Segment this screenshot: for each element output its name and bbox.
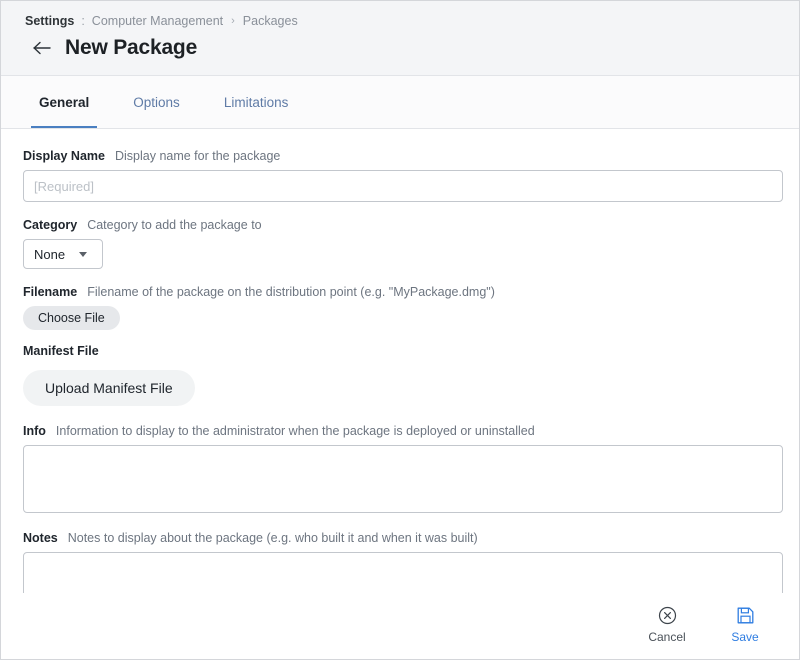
save-button[interactable]: Save — [717, 604, 773, 644]
field-info-label: Info — [23, 424, 46, 438]
field-notes-label: Notes — [23, 531, 58, 545]
field-info: Info Information to display to the admin… — [23, 424, 781, 513]
field-filename-hint: Filename of the package on the distribut… — [87, 285, 495, 299]
tab-limitations[interactable]: Limitations — [210, 76, 303, 128]
save-button-label: Save — [731, 630, 758, 644]
breadcrumb-colon: : — [81, 13, 84, 29]
chevron-right-icon: › — [231, 13, 235, 29]
field-notes-head: Notes Notes to display about the package… — [23, 531, 781, 545]
cancel-button[interactable]: Cancel — [639, 604, 695, 644]
chevron-down-icon — [79, 252, 87, 257]
floppy-disk-icon — [736, 604, 755, 626]
page-title: New Package — [65, 35, 197, 61]
field-category-label: Category — [23, 218, 77, 232]
display-name-input[interactable] — [23, 170, 783, 202]
tab-general-label: General — [39, 95, 89, 110]
footer-actions: Cancel Save — [1, 593, 799, 659]
back-arrow-icon[interactable] — [29, 35, 55, 61]
field-display-name-label: Display Name — [23, 149, 105, 163]
field-info-hint: Information to display to the administra… — [56, 424, 535, 438]
cancel-circle-icon — [658, 604, 677, 626]
tab-strip: General Options Limitations — [1, 76, 799, 129]
tab-options-label: Options — [133, 95, 180, 110]
field-display-name-head: Display Name Display name for the packag… — [23, 149, 781, 163]
breadcrumb-item-packages[interactable]: Packages — [243, 13, 298, 29]
field-filename-label: Filename — [23, 285, 77, 299]
field-category: Category Category to add the package to … — [23, 218, 781, 269]
tab-limitations-label: Limitations — [224, 95, 289, 110]
category-select[interactable]: None — [23, 239, 103, 269]
field-category-head: Category Category to add the package to — [23, 218, 781, 232]
field-display-name-hint: Display name for the package — [115, 149, 280, 163]
title-row: New Package — [1, 29, 799, 61]
field-manifest-file-label: Manifest File — [23, 344, 99, 358]
category-select-value: None — [34, 247, 65, 262]
tab-general[interactable]: General — [25, 76, 103, 128]
cancel-button-label: Cancel — [648, 630, 685, 644]
field-info-head: Info Information to display to the admin… — [23, 424, 781, 438]
choose-file-button[interactable]: Choose File — [23, 306, 120, 330]
category-select-wrap: None — [23, 239, 103, 269]
breadcrumb-item-computer-management[interactable]: Computer Management — [92, 13, 223, 29]
upload-manifest-file-button[interactable]: Upload Manifest File — [23, 370, 195, 406]
tab-options[interactable]: Options — [119, 76, 194, 128]
field-manifest-file-head: Manifest File — [23, 344, 781, 358]
notes-textarea[interactable] — [23, 552, 783, 593]
field-display-name: Display Name Display name for the packag… — [23, 149, 781, 202]
field-manifest-file: Manifest File Upload Manifest File — [23, 344, 781, 406]
new-package-window: Settings : Computer Management › Package… — [0, 0, 800, 660]
field-notes: Notes Notes to display about the package… — [23, 531, 781, 593]
field-filename-head: Filename Filename of the package on the … — [23, 285, 781, 299]
field-category-hint: Category to add the package to — [87, 218, 261, 232]
page-header: Settings : Computer Management › Package… — [1, 1, 799, 76]
field-filename: Filename Filename of the package on the … — [23, 285, 781, 330]
info-textarea[interactable] — [23, 445, 783, 513]
general-tab-panel: Display Name Display name for the packag… — [1, 129, 799, 593]
breadcrumb: Settings : Computer Management › Package… — [1, 13, 799, 29]
field-notes-hint: Notes to display about the package (e.g.… — [68, 531, 478, 545]
breadcrumb-root[interactable]: Settings — [25, 13, 74, 29]
